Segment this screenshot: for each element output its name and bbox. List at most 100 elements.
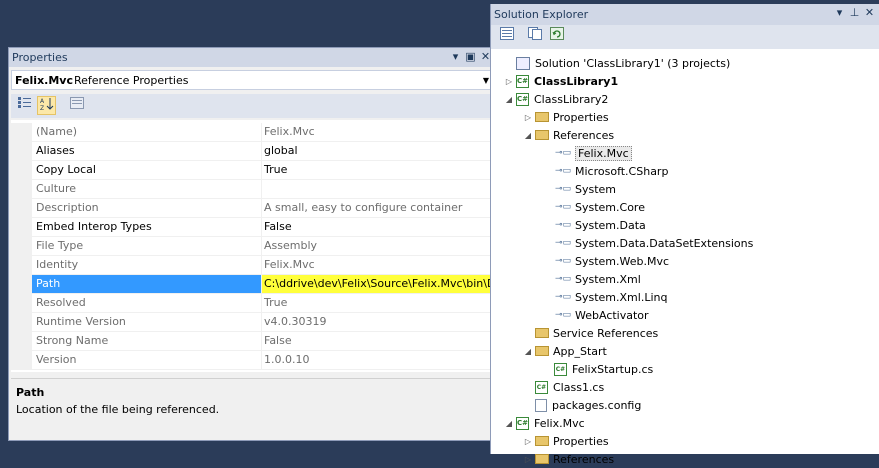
property-value[interactable]: A small, easy to configure container — [262, 199, 493, 218]
chevron-down-icon[interactable]: ▼ — [483, 76, 489, 85]
categorized-view-icon[interactable] — [15, 96, 34, 115]
property-row[interactable]: Aliases global — [11, 142, 495, 161]
tree-item[interactable]: ⊸▭ WebActivator — [540, 306, 649, 324]
property-value[interactable]: True — [262, 161, 493, 180]
property-row[interactable]: Identity Felix.Mvc — [11, 256, 495, 275]
property-row[interactable]: Culture — [11, 180, 495, 199]
property-value[interactable]: Felix.Mvc — [262, 256, 493, 275]
window-position-dropdown-icon[interactable]: ▾ — [834, 6, 845, 20]
tree-item[interactable]: ⊸▭ System.Data — [540, 216, 646, 234]
property-value[interactable]: 1.0.0.10 — [262, 351, 493, 370]
property-row[interactable]: File Type Assembly — [11, 237, 495, 256]
tree-item[interactable]: ⊸▭ Felix.Mvc — [540, 144, 632, 162]
property-row[interactable]: Copy Local True — [11, 161, 495, 180]
solution-icon — [516, 56, 530, 70]
expander-icon[interactable]: ◢ — [521, 131, 535, 140]
tree-item[interactable]: ⊸▭ System.Xml.Linq — [540, 288, 668, 306]
tree-item[interactable]: ◢ C# ClassLibrary2 — [502, 90, 608, 108]
tree-item[interactable]: ▷ Properties — [521, 432, 609, 450]
property-name[interactable]: Copy Local — [32, 161, 262, 180]
tree-item[interactable]: C# FelixStartup.cs — [540, 360, 653, 378]
reference-icon: ⊸▭ — [554, 202, 572, 212]
maximize-icon[interactable]: ▣ — [465, 50, 476, 64]
tree-item[interactable]: ⊸▭ Microsoft.CSharp — [540, 162, 668, 180]
tree-item-label: packages.config — [552, 398, 642, 412]
tree-item[interactable]: Service References — [521, 324, 658, 342]
tree-item[interactable]: ⊸▭ System.Core — [540, 198, 645, 216]
expander-icon[interactable]: ◢ — [502, 95, 516, 104]
property-row[interactable]: (Name) Felix.Mvc — [11, 123, 495, 142]
tree-item[interactable]: packages.config — [521, 396, 641, 414]
property-value[interactable]: global — [262, 142, 493, 161]
expander-icon[interactable]: ◢ — [521, 347, 535, 356]
property-value[interactable]: False — [262, 218, 493, 237]
tree-item[interactable]: ▷ C# ClassLibrary1 — [502, 72, 618, 90]
expander-icon[interactable]: ▷ — [521, 455, 535, 464]
csharp-project-icon: C# — [516, 92, 529, 106]
tree-item[interactable]: ⊸▭ System — [540, 180, 616, 198]
property-name[interactable]: Resolved — [32, 294, 262, 313]
tree-item[interactable]: Solution 'ClassLibrary1' (3 projects) — [502, 54, 730, 72]
tree-item[interactable]: ▷ Properties — [521, 108, 609, 126]
solution-tree: Solution 'ClassLibrary1' (3 projects) ▷ C#… — [491, 49, 879, 466]
property-value[interactable]: Assembly — [262, 237, 493, 256]
expander-icon[interactable]: ▷ — [521, 113, 535, 122]
tree-item[interactable]: ▷ References — [521, 450, 614, 468]
tree-item[interactable]: ⊸▭ System.Data.DataSetExtensions — [540, 234, 753, 252]
solution-explorer-toolbar — [491, 25, 879, 49]
tree-item[interactable]: ◢ App_Start — [521, 342, 607, 360]
tree-item[interactable]: ⊸▭ System.Web.Mvc — [540, 252, 669, 270]
tree-item-label: References — [553, 452, 615, 466]
row-gutter — [11, 161, 32, 180]
tree-item-label: System.Core — [575, 200, 645, 214]
pin-icon[interactable]: ⊥ — [849, 6, 860, 20]
svg-text:A: A — [40, 98, 45, 105]
expander-icon[interactable]: ▷ — [521, 437, 535, 446]
tree-item[interactable]: C# Class1.cs — [521, 378, 604, 396]
property-row[interactable]: Strong Name False — [11, 332, 495, 351]
tree-item-label: System.Xml.Linq — [575, 290, 668, 304]
show-all-files-icon[interactable] — [525, 27, 544, 46]
property-name[interactable]: Description — [32, 199, 262, 218]
properties-titlebar[interactable]: Properties ▾ ▣ ✕ — [9, 48, 495, 67]
property-name[interactable]: Version — [32, 351, 262, 370]
property-name[interactable]: (Name) — [32, 123, 262, 142]
property-value[interactable]: True — [262, 294, 493, 313]
property-value[interactable] — [262, 180, 493, 199]
tree-item[interactable]: ⊸▭ System.Xml — [540, 270, 641, 288]
property-name[interactable]: Path — [32, 275, 262, 294]
close-icon[interactable]: ✕ — [864, 6, 875, 20]
solution-explorer-title: Solution Explorer — [494, 8, 589, 21]
solution-explorer-titlebar[interactable]: Solution Explorer ▾ ⊥ ✕ — [491, 4, 879, 25]
properties-icon[interactable] — [497, 27, 516, 46]
alphabetical-sort-icon[interactable]: AZ — [37, 96, 56, 115]
property-value[interactable]: False — [262, 332, 493, 351]
object-selector-dropdown[interactable]: Felix.Mvc Reference Properties ▼ — [11, 70, 493, 90]
property-row[interactable]: Runtime Version v4.0.30319 — [11, 313, 495, 332]
property-value[interactable]: v4.0.30319 — [262, 313, 493, 332]
folder-icon — [535, 436, 549, 446]
property-name[interactable]: Embed Interop Types — [32, 218, 262, 237]
tree-item[interactable]: ◢ References — [521, 126, 614, 144]
property-name[interactable]: Culture — [32, 180, 262, 199]
property-pages-icon[interactable] — [67, 96, 86, 115]
expander-icon[interactable]: ◢ — [502, 419, 516, 428]
tree-item-label: System.Data — [575, 218, 646, 232]
property-row[interactable]: Description A small, easy to configure co… — [11, 199, 495, 218]
tree-item[interactable]: ◢ C# Felix.Mvc — [502, 414, 585, 432]
property-name[interactable]: Identity — [32, 256, 262, 275]
property-row[interactable]: Path C:\ddrive\dev\Felix\Source\Felix.Mvc… — [11, 275, 495, 294]
property-row[interactable]: Embed Interop Types False — [11, 218, 495, 237]
row-gutter — [11, 332, 32, 351]
property-row[interactable]: Resolved True — [11, 294, 495, 313]
property-value[interactable]: Felix.Mvc — [262, 123, 493, 142]
window-position-dropdown-icon[interactable]: ▾ — [450, 50, 461, 64]
property-name[interactable]: File Type — [32, 237, 262, 256]
property-value[interactable]: C:\ddrive\dev\Felix\Source\Felix.Mvc\bin… — [262, 275, 493, 294]
property-name[interactable]: Strong Name — [32, 332, 262, 351]
property-row[interactable]: Version 1.0.0.10 — [11, 351, 495, 370]
expander-icon[interactable]: ▷ — [502, 77, 516, 86]
property-name[interactable]: Aliases — [32, 142, 262, 161]
refresh-icon[interactable] — [547, 27, 566, 46]
property-name[interactable]: Runtime Version — [32, 313, 262, 332]
